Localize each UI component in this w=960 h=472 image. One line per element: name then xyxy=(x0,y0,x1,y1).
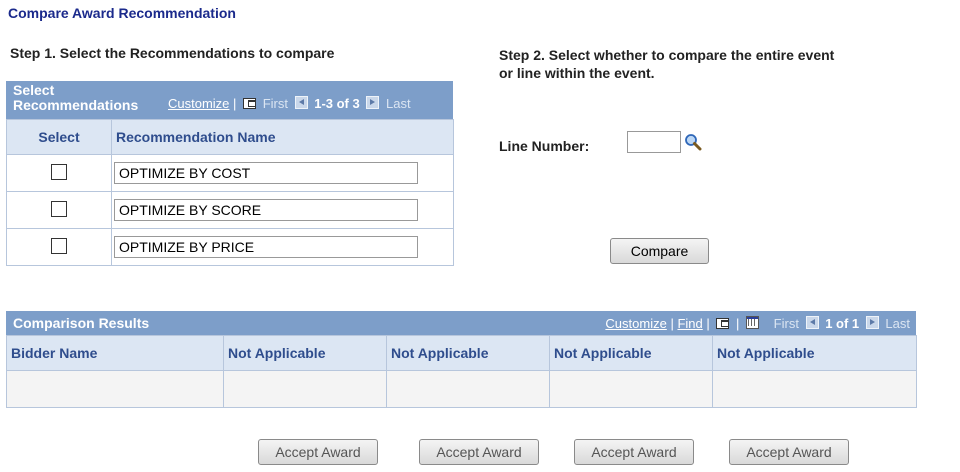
accept-award-button-2[interactable]: Accept Award xyxy=(419,439,539,465)
select-cell xyxy=(6,154,112,192)
separator: | xyxy=(670,316,674,331)
accept-award-button-4[interactable]: Accept Award xyxy=(729,439,849,465)
separator: | xyxy=(736,316,740,331)
name-cell xyxy=(111,191,454,229)
table-cell xyxy=(712,370,917,408)
grid-navigation: Customize | First 1-3 of 3 Last xyxy=(168,96,411,111)
page-title: Compare Award Recommendation xyxy=(8,5,236,21)
table-row xyxy=(6,191,454,229)
name-cell xyxy=(111,154,454,192)
find-link[interactable]: Find xyxy=(677,316,702,331)
recommendation-name-input[interactable] xyxy=(114,162,418,184)
table-row xyxy=(6,228,454,266)
step1-instruction: Step 1. Select the Recommendations to co… xyxy=(10,45,335,61)
comparison-results-header: Comparison Results Customize | Find | | … xyxy=(6,311,916,335)
select-checkbox[interactable] xyxy=(51,237,67,254)
comparison-results-table: Bidder Name Not Applicable Not Applicabl… xyxy=(6,335,917,408)
column-header-recommendation-name: Recommendation Name xyxy=(111,119,454,155)
popout-icon[interactable] xyxy=(716,318,730,329)
last-link: Last xyxy=(385,96,411,111)
grid-title: Comparison Results xyxy=(13,315,150,331)
customize-link[interactable]: Customize xyxy=(605,316,666,331)
column-header-not-applicable: Not Applicable xyxy=(712,335,917,371)
recommendation-name-input[interactable] xyxy=(114,236,418,258)
step2-line2: or line within the event. xyxy=(499,65,655,81)
grid-title: Select Recommendations xyxy=(13,83,138,113)
grid-title-line2: Recommendations xyxy=(13,97,139,113)
select-recommendations-header: Select Recommendations Customize | First… xyxy=(6,81,453,119)
select-checkbox[interactable] xyxy=(51,163,67,180)
select-checkbox[interactable] xyxy=(51,200,67,217)
first-link: First xyxy=(262,96,288,111)
next-icon[interactable] xyxy=(865,316,879,329)
first-link: First xyxy=(773,316,799,331)
accept-award-button-3[interactable]: Accept Award xyxy=(574,439,694,465)
table-cell xyxy=(549,370,713,408)
grid-title-line1: Select xyxy=(13,82,55,98)
compare-button[interactable]: Compare xyxy=(610,238,709,264)
column-header-not-applicable: Not Applicable xyxy=(386,335,550,371)
customize-link[interactable]: Customize xyxy=(168,96,229,111)
line-number-label: Line Number: xyxy=(499,138,590,154)
download-grid-icon[interactable] xyxy=(746,316,760,329)
column-header-select: Select xyxy=(6,119,112,155)
table-cell xyxy=(223,370,387,408)
next-icon[interactable] xyxy=(366,96,380,109)
previous-icon[interactable] xyxy=(805,316,819,329)
accept-award-button-1[interactable]: Accept Award xyxy=(258,439,378,465)
previous-icon[interactable] xyxy=(294,96,308,109)
popout-icon[interactable] xyxy=(243,98,257,109)
step2-line1: Step 2. Select whether to compare the en… xyxy=(499,47,835,63)
column-header-bidder-name: Bidder Name xyxy=(6,335,224,371)
recommendations-table: Select Recommendation Name xyxy=(6,119,454,266)
separator: | xyxy=(233,96,237,111)
grid-navigation: Customize | Find | | First 1 of 1 Last xyxy=(605,316,910,331)
table-row xyxy=(6,370,917,408)
line-number-input[interactable] xyxy=(627,131,681,153)
column-header-not-applicable: Not Applicable xyxy=(549,335,713,371)
last-link: Last xyxy=(885,316,910,331)
lookup-icon[interactable] xyxy=(684,133,702,151)
table-cell xyxy=(6,370,224,408)
select-cell xyxy=(6,228,112,266)
column-header-not-applicable: Not Applicable xyxy=(223,335,387,371)
table-row xyxy=(6,154,454,192)
separator: | xyxy=(706,316,710,331)
step2-instruction: Step 2. Select whether to compare the en… xyxy=(499,46,919,82)
select-cell xyxy=(6,191,112,229)
row-range: 1 of 1 xyxy=(825,316,860,331)
name-cell xyxy=(111,228,454,266)
recommendation-name-input[interactable] xyxy=(114,199,418,221)
table-cell xyxy=(386,370,550,408)
row-range: 1-3 of 3 xyxy=(314,96,360,111)
